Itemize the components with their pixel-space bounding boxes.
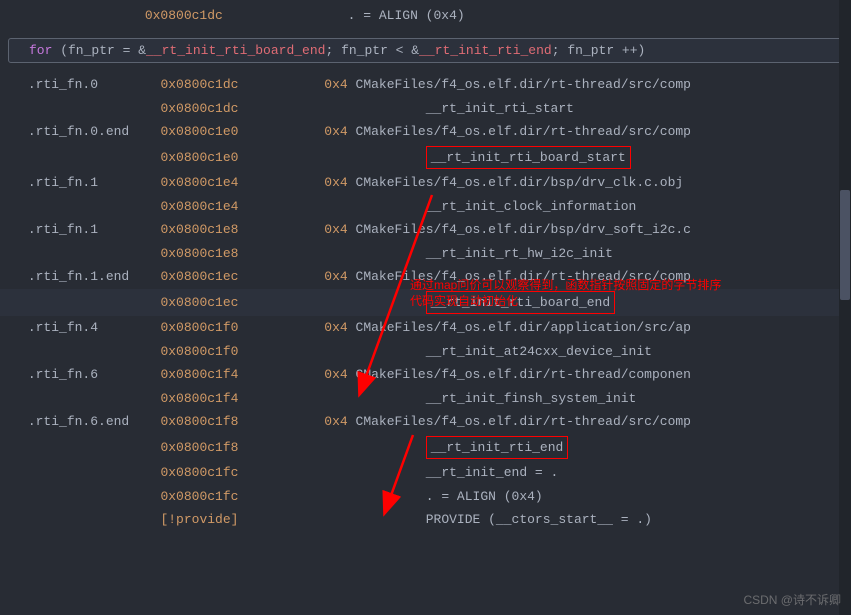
map-line: .rti_fn.4 0x0800c1f0 0x4 CMakeFiles/f4_o… (0, 316, 851, 340)
annotation-text: 通过map问价可以观察得到，函数指针按照固定的字节排序 代码实现自动初始化 (410, 278, 721, 309)
map-line: .rti_fn.0.end 0x0800c1e0 0x4 CMakeFiles/… (0, 120, 851, 144)
map-line: 0x0800c1f4 __rt_init_finsh_system_init (0, 387, 851, 411)
map-line: .rti_fn.6 0x0800c1f4 0x4 CMakeFiles/f4_o… (0, 363, 851, 387)
map-line: .rti_fn.1 0x0800c1e8 0x4 CMakeFiles/f4_o… (0, 218, 851, 242)
map-line: 0x0800c1e8 __rt_init_rt_hw_i2c_init (0, 242, 851, 266)
watermark: CSDN @诗不诉卿 (743, 591, 841, 609)
for-loop-line[interactable]: for (fn_ptr = &__rt_init_rti_board_end; … (8, 38, 843, 64)
map-line: 0x0800c1dc . = ALIGN (0x4) (0, 4, 851, 28)
map-line: 0x0800c1e0 __rt_init_rti_board_start (0, 144, 851, 172)
map-line: 0x0800c1fc . = ALIGN (0x4) (0, 485, 851, 509)
map-line: .rti_fn.1 0x0800c1e4 0x4 CMakeFiles/f4_o… (0, 171, 851, 195)
map-line: 0x0800c1f0 __rt_init_at24cxx_device_init (0, 340, 851, 364)
map-line: .rti_fn.6.end 0x0800c1f8 0x4 CMakeFiles/… (0, 410, 851, 434)
map-line: 0x0800c1e4 __rt_init_clock_information (0, 195, 851, 219)
map-line: 0x0800c1f8 __rt_init_rti_end (0, 434, 851, 462)
map-line: [!provide] PROVIDE (__ctors_start__ = .) (0, 508, 851, 532)
scrollbar-track[interactable] (839, 0, 851, 615)
map-line: 0x0800c1dc __rt_init_rti_start (0, 97, 851, 121)
code-view: 0x0800c1dc . = ALIGN (0x4) for (fn_ptr =… (0, 0, 851, 536)
map-line: 0x0800c1fc __rt_init_end = . (0, 461, 851, 485)
map-line: .rti_fn.0 0x0800c1dc 0x4 CMakeFiles/f4_o… (0, 73, 851, 97)
scrollbar-thumb[interactable] (840, 190, 850, 300)
